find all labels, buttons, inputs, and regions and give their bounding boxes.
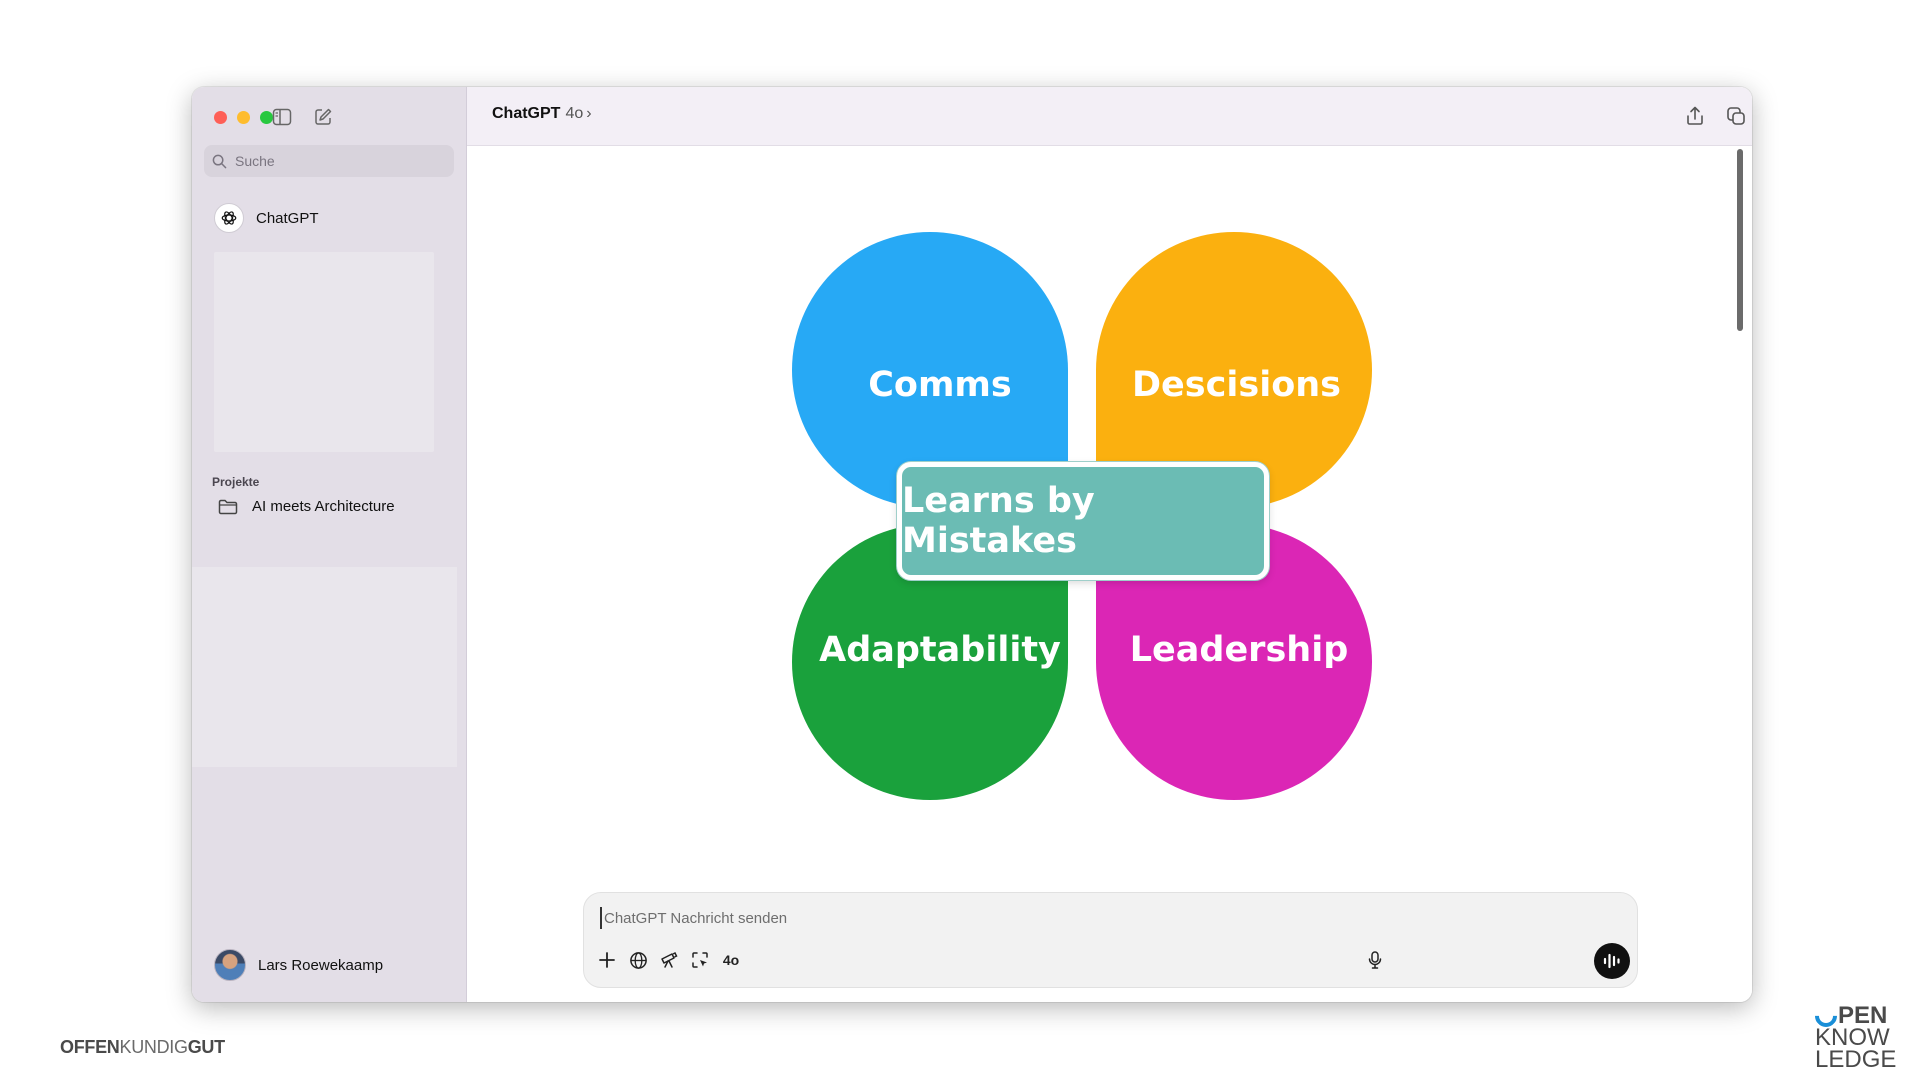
logo-part: LEDGE (1815, 1046, 1897, 1073)
sidebar-item-label: ChatGPT (256, 209, 319, 227)
microphone-icon[interactable] (1362, 947, 1388, 973)
sidebar-item-chatgpt[interactable]: ChatGPT (214, 203, 319, 233)
minimize-window-button[interactable] (237, 111, 250, 124)
offenkundiggut-logo: OFFENKUNDIGGUT (60, 1037, 225, 1058)
projects-heading: Projekte (212, 475, 260, 489)
voice-waveform-icon (1603, 953, 1620, 969)
share-icon[interactable] (1682, 103, 1708, 129)
new-window-icon[interactable] (1723, 103, 1749, 129)
app-window: Suche ChatGPT Projekte AI meets Architec… (192, 87, 1752, 1002)
blurred-chat-history (214, 252, 434, 452)
model-tool-button[interactable]: 4o (718, 947, 744, 973)
petal-leadership-label: Leadership (1129, 629, 1349, 670)
chat-scrollbar[interactable] (1737, 149, 1743, 331)
skills-diagram: Comms Descisions Adaptability Leadership… (792, 232, 1372, 802)
avatar (214, 949, 246, 981)
search-placeholder: Suche (235, 153, 275, 169)
user-name: Lars Roewekaamp (258, 956, 384, 974)
chat-header: ChatGPT 4o › (467, 87, 1752, 146)
main-area: ChatGPT 4o › Comms Descisions Adaptabili… (467, 87, 1752, 1002)
center-label-box: Learns by Mistakes (897, 462, 1269, 580)
globe-icon[interactable] (625, 947, 651, 973)
search-icon (212, 154, 227, 168)
project-label: AI meets Architecture (252, 498, 395, 515)
petal-decisions-label: Descisions (1132, 365, 1341, 405)
search-field[interactable]: Suche (204, 145, 454, 177)
logo-part: GUT (187, 1037, 225, 1057)
new-chat-icon[interactable] (310, 104, 336, 130)
window-controls (214, 111, 273, 124)
chatgpt-logo-icon (214, 203, 244, 233)
telescope-icon[interactable] (656, 947, 682, 973)
cursor-select-icon[interactable] (687, 947, 713, 973)
chevron-right-icon: › (586, 105, 592, 122)
close-window-button[interactable] (214, 111, 227, 124)
message-composer: 4o (583, 892, 1638, 988)
model-selector[interactable]: ChatGPT 4o › (492, 105, 592, 123)
folder-icon (218, 499, 238, 514)
center-label: Learns by Mistakes (902, 481, 1095, 561)
open-knowledge-logo: PEN KNOW LEDGE (1810, 1000, 1897, 1073)
message-input[interactable] (600, 907, 1506, 929)
model-name: ChatGPT (492, 105, 561, 122)
sidebar-item-project[interactable]: AI meets Architecture (218, 498, 395, 515)
petal-comms-label: Comms (868, 365, 1012, 405)
plus-icon[interactable] (594, 947, 620, 973)
toggle-sidebar-icon[interactable] (269, 104, 295, 130)
model-version: 4o (565, 105, 584, 122)
user-profile[interactable]: Lars Roewekaamp (214, 949, 383, 981)
sidebar: Suche ChatGPT Projekte AI meets Architec… (192, 87, 467, 1002)
blurred-project-list (192, 567, 457, 767)
logo-part: KUNDIG (119, 1037, 189, 1057)
voice-mode-button[interactable] (1594, 943, 1630, 979)
logo-part: OFFEN (60, 1037, 120, 1057)
petal-adaptability-label: Adaptability (819, 629, 1061, 670)
